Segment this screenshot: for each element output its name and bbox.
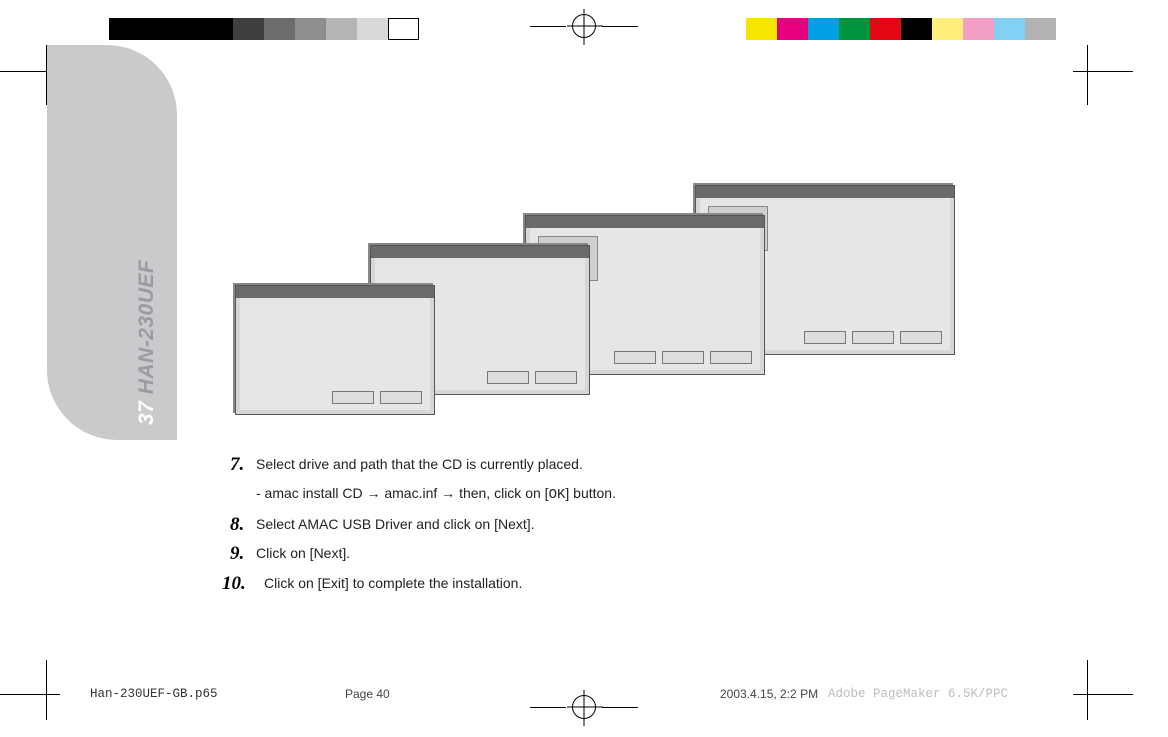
color-swatch [171,18,202,40]
color-swatch [264,18,295,40]
step-7-sub: - amac install CD → amac.inf → then, cli… [256,485,950,503]
step-7-num: 7. [230,452,244,479]
step-8-num: 8. [230,512,244,539]
step-10-text: Click on [Exit] to complete the installa… [264,575,522,591]
step-8: 8. Select AMAC USB Driver and click on [… [230,515,950,535]
color-swatch [326,18,357,40]
ok-keycap: OK [549,487,566,503]
register-mark-top [530,14,638,38]
footer-page: Page 40 [345,687,390,701]
arrow-icon: → [441,485,455,501]
arrow-icon: → [366,485,380,501]
instructions: 7. Select drive and path that the CD is … [230,455,950,603]
color-swatch [870,18,901,40]
step-9: 9. Click on [Next]. [230,544,950,564]
step-10-num: 10. [222,571,246,598]
color-swatch [932,18,963,40]
color-swatch [357,18,388,40]
wizard-window-1 [235,285,435,415]
color-swatch [233,18,264,40]
color-swatch [839,18,870,40]
colorbar-grayscale [109,18,419,40]
reg-mark-tr [1073,45,1133,105]
color-swatch [109,18,140,40]
page-tab-model: HAN-230UEF [135,260,158,395]
color-swatch [202,18,233,40]
step-7-text: Select drive and path that the CD is cur… [256,456,583,472]
footer: Han-230UEF-GB.p65 Page 40 2003.4.15, 2:2… [0,687,1168,707]
color-swatch [963,18,994,40]
color-swatch [746,18,777,40]
color-swatch [140,18,171,40]
footer-app: Adobe PageMaker 6.5K/PPC [828,687,1008,701]
step-9-text: Click on [Next]. [256,545,350,561]
footer-file: Han-230UEF-GB.p65 [90,687,218,701]
color-swatch [777,18,808,40]
color-swatch [295,18,326,40]
step-10: 10. Click on [Exit] to complete the inst… [230,574,950,594]
colorbar-color [746,18,1056,40]
step-7: 7. Select drive and path that the CD is … [230,455,950,475]
step-9-num: 9. [230,541,244,568]
footer-date: 2003.4.15, 2:2 PM [720,687,818,701]
screenshot-cascade [235,185,955,435]
color-swatch [994,18,1025,40]
page-tab-label: 37 HAN-230UEF [135,260,159,425]
color-swatch [808,18,839,40]
page-tab-number: 37 [135,401,158,425]
color-swatch [388,18,419,40]
step-8-text: Select AMAC USB Driver and click on [Nex… [256,516,535,532]
page-tab: 37 HAN-230UEF [47,45,177,440]
color-swatch [901,18,932,40]
color-swatch [1025,18,1056,40]
